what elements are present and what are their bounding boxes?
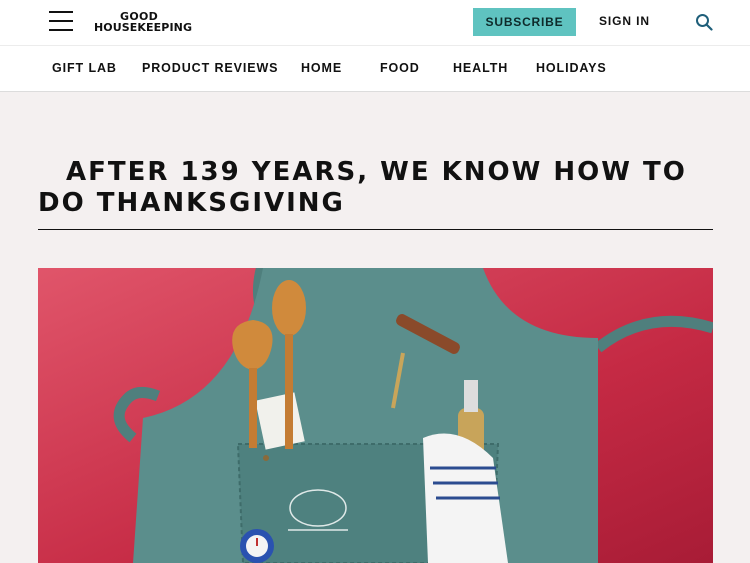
headline-divider bbox=[38, 229, 713, 230]
article-headline: AFTER 139 YEARS, WE KNOW HOW TO DO THANK… bbox=[38, 157, 687, 218]
subscribe-button[interactable]: SUBSCRIBE bbox=[473, 8, 576, 36]
top-bar: GOOD HOUSEKEEPING SUBSCRIBE SIGN IN bbox=[0, 0, 750, 45]
nav-item-product-reviews[interactable]: PRODUCT REVIEWS bbox=[142, 61, 278, 75]
search-icon[interactable] bbox=[695, 13, 713, 31]
sign-in-link[interactable]: SIGN IN bbox=[599, 14, 650, 28]
nav-item-health[interactable]: HEALTH bbox=[453, 61, 508, 75]
hero-image[interactable] bbox=[38, 268, 713, 563]
logo-line-2: HOUSEKEEPING bbox=[94, 21, 193, 34]
apron-illustration bbox=[38, 268, 713, 563]
nav-item-holidays[interactable]: HOLIDAYS bbox=[536, 61, 607, 75]
hamburger-menu-icon[interactable] bbox=[49, 11, 73, 33]
site-logo[interactable]: GOOD HOUSEKEEPING bbox=[94, 11, 192, 33]
nav-item-home[interactable]: HOME bbox=[301, 61, 342, 75]
main-nav: GIFT LAB PRODUCT REVIEWS HOME FOOD HEALT… bbox=[0, 45, 750, 92]
nav-item-food[interactable]: FOOD bbox=[380, 61, 420, 75]
nav-item-gift-lab[interactable]: GIFT LAB bbox=[52, 61, 117, 75]
